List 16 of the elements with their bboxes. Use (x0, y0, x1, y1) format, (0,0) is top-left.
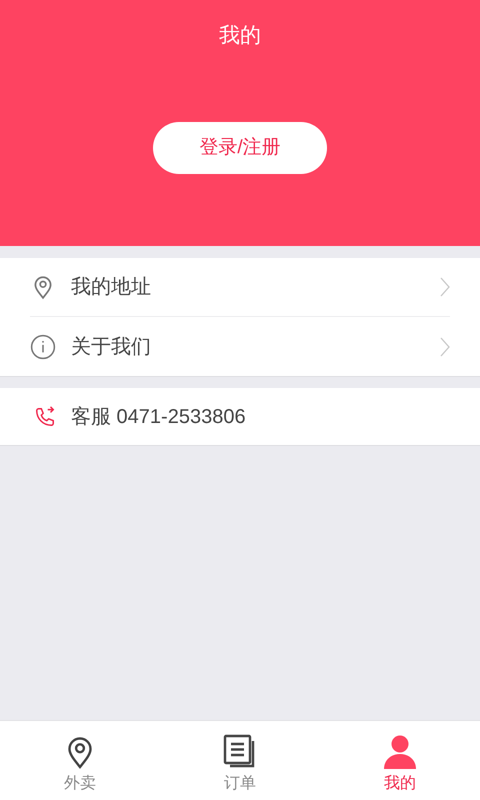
login-register-button[interactable]: 登录/注册 (153, 122, 327, 174)
page-title: 我的 (219, 23, 261, 49)
tab[interactable]: 我的 (320, 721, 480, 800)
tab[interactable]: 外卖 (0, 721, 160, 800)
tab[interactable]: 订单 (160, 721, 320, 800)
chevron-right-icon (440, 277, 450, 297)
menu-label: 关于我们 (71, 334, 152, 360)
customer-service-row[interactable]: 客服 0471-2533806 (0, 388, 480, 446)
person-icon[interactable] (382, 734, 418, 770)
menu-label: 我的地址 (71, 275, 152, 300)
menu-row[interactable]: 我的地址 (30, 258, 450, 317)
service-phone-text: 客服 0471-2533806 (71, 404, 246, 430)
menu-row[interactable]: 关于我们 (30, 317, 450, 376)
phone-icon (34, 406, 56, 428)
info-icon (30, 334, 56, 360)
chevron-right-icon (440, 336, 450, 356)
